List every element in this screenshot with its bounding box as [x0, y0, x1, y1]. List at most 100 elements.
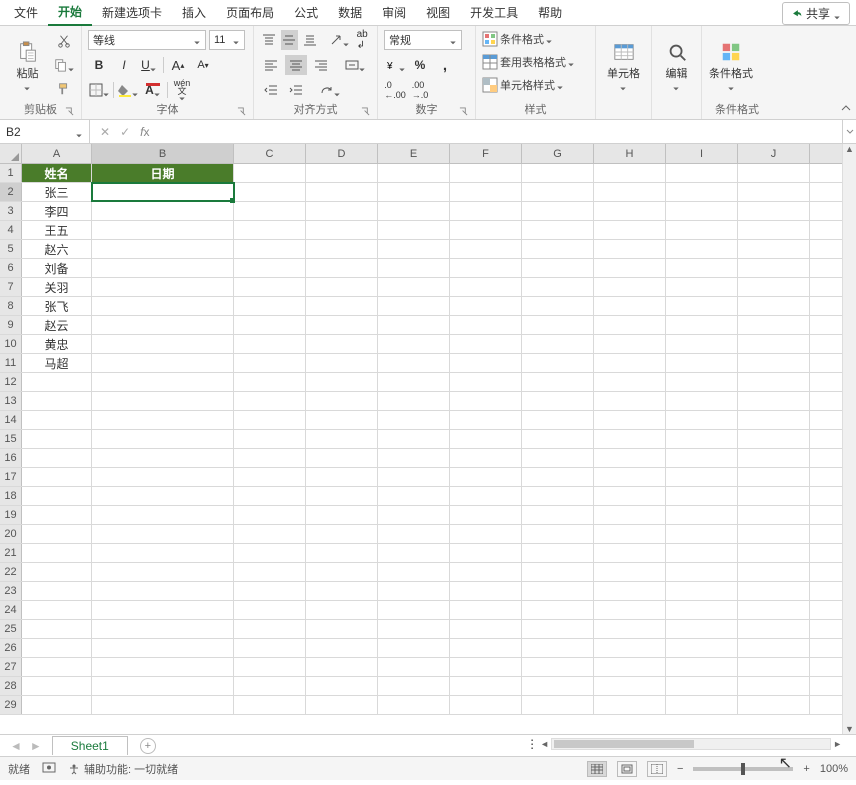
- cell[interactable]: [378, 696, 450, 714]
- cell[interactable]: [594, 468, 666, 486]
- table-format-button[interactable]: 套用表格格式: [482, 52, 589, 72]
- cell[interactable]: [522, 392, 594, 410]
- cell[interactable]: [234, 202, 306, 220]
- cell[interactable]: [450, 373, 522, 391]
- conditional-format-button[interactable]: 条件格式: [482, 29, 589, 49]
- cell[interactable]: [666, 487, 738, 505]
- row-header[interactable]: 28: [0, 677, 22, 695]
- cell[interactable]: [666, 221, 738, 239]
- cell[interactable]: [234, 411, 306, 429]
- cell[interactable]: [378, 449, 450, 467]
- cell[interactable]: [306, 164, 378, 182]
- percent-button[interactable]: %: [409, 55, 431, 75]
- cell[interactable]: 日期: [92, 164, 234, 182]
- row-header[interactable]: 24: [0, 601, 22, 619]
- cell[interactable]: [738, 335, 810, 353]
- cell[interactable]: [450, 183, 522, 201]
- cell[interactable]: [666, 468, 738, 486]
- cell[interactable]: [450, 278, 522, 296]
- cell[interactable]: [306, 449, 378, 467]
- cell[interactable]: [234, 259, 306, 277]
- cell[interactable]: [594, 297, 666, 315]
- cell[interactable]: [594, 373, 666, 391]
- increase-decimal-button[interactable]: .0←.00: [384, 80, 406, 100]
- cell[interactable]: [378, 525, 450, 543]
- tab-pagelayout[interactable]: 页面布局: [216, 0, 284, 25]
- cell[interactable]: [666, 335, 738, 353]
- row-header[interactable]: 3: [0, 202, 22, 220]
- accessibility-status[interactable]: 辅助功能: 一切就绪: [68, 761, 178, 777]
- wrap-text-button[interactable]: ab↲: [353, 30, 371, 50]
- tab-view[interactable]: 视图: [416, 0, 460, 25]
- cell[interactable]: [306, 221, 378, 239]
- cell[interactable]: [522, 373, 594, 391]
- cell[interactable]: [738, 525, 810, 543]
- cell[interactable]: [92, 620, 234, 638]
- clipboard-dialog-launcher[interactable]: [65, 107, 75, 117]
- tab-file[interactable]: 文件: [4, 0, 48, 25]
- cell[interactable]: [666, 373, 738, 391]
- row-header[interactable]: 27: [0, 658, 22, 676]
- cell[interactable]: [522, 696, 594, 714]
- cell[interactable]: [594, 240, 666, 258]
- cell[interactable]: [522, 259, 594, 277]
- cell[interactable]: [306, 639, 378, 657]
- cell[interactable]: [522, 582, 594, 600]
- cell[interactable]: [92, 430, 234, 448]
- cell[interactable]: [594, 525, 666, 543]
- col-header-J[interactable]: J: [738, 144, 810, 163]
- cell[interactable]: [306, 278, 378, 296]
- cell[interactable]: [22, 677, 92, 695]
- cell[interactable]: [234, 658, 306, 676]
- cell[interactable]: [450, 449, 522, 467]
- cell[interactable]: [666, 164, 738, 182]
- cell[interactable]: [306, 202, 378, 220]
- cell[interactable]: [306, 544, 378, 562]
- cell[interactable]: [92, 202, 234, 220]
- cell[interactable]: [522, 354, 594, 372]
- cell[interactable]: [666, 544, 738, 562]
- increase-indent-button[interactable]: [285, 80, 307, 100]
- cell[interactable]: [22, 544, 92, 562]
- cell[interactable]: [594, 335, 666, 353]
- cell[interactable]: [450, 639, 522, 657]
- cell[interactable]: [92, 696, 234, 714]
- horizontal-scrollbar[interactable]: ⋮◄►: [526, 737, 842, 751]
- cell[interactable]: [92, 449, 234, 467]
- cell[interactable]: [450, 221, 522, 239]
- name-box[interactable]: B2: [0, 120, 90, 143]
- paste-button[interactable]: 粘贴: [6, 29, 49, 101]
- cell[interactable]: [234, 183, 306, 201]
- row-header[interactable]: 11: [0, 354, 22, 372]
- cell[interactable]: 姓名: [22, 164, 92, 182]
- cell[interactable]: [522, 430, 594, 448]
- cell[interactable]: 黄忠: [22, 335, 92, 353]
- cell[interactable]: [22, 506, 92, 524]
- cell[interactable]: [522, 487, 594, 505]
- cell[interactable]: [22, 525, 92, 543]
- cell[interactable]: [92, 316, 234, 334]
- copy-button[interactable]: [53, 55, 75, 75]
- cell[interactable]: [234, 354, 306, 372]
- sheet-nav-prev[interactable]: ◄: [10, 739, 22, 753]
- col-header-E[interactable]: E: [378, 144, 450, 163]
- cell[interactable]: [522, 183, 594, 201]
- cell[interactable]: [378, 373, 450, 391]
- tab-home[interactable]: 开始: [48, 0, 92, 26]
- tab-insert[interactable]: 插入: [172, 0, 216, 25]
- cell[interactable]: [22, 487, 92, 505]
- cell[interactable]: [666, 563, 738, 581]
- cell[interactable]: [594, 639, 666, 657]
- cell[interactable]: 赵六: [22, 240, 92, 258]
- row-header[interactable]: 5: [0, 240, 22, 258]
- number-format-select[interactable]: 常规: [384, 30, 462, 50]
- cell[interactable]: [450, 335, 522, 353]
- cell[interactable]: [92, 221, 234, 239]
- col-header-D[interactable]: D: [306, 144, 378, 163]
- cell[interactable]: [450, 316, 522, 334]
- cell[interactable]: [666, 316, 738, 334]
- cell[interactable]: [450, 430, 522, 448]
- enter-formula-icon[interactable]: ✓: [120, 125, 130, 139]
- cell[interactable]: [234, 240, 306, 258]
- cell[interactable]: [738, 221, 810, 239]
